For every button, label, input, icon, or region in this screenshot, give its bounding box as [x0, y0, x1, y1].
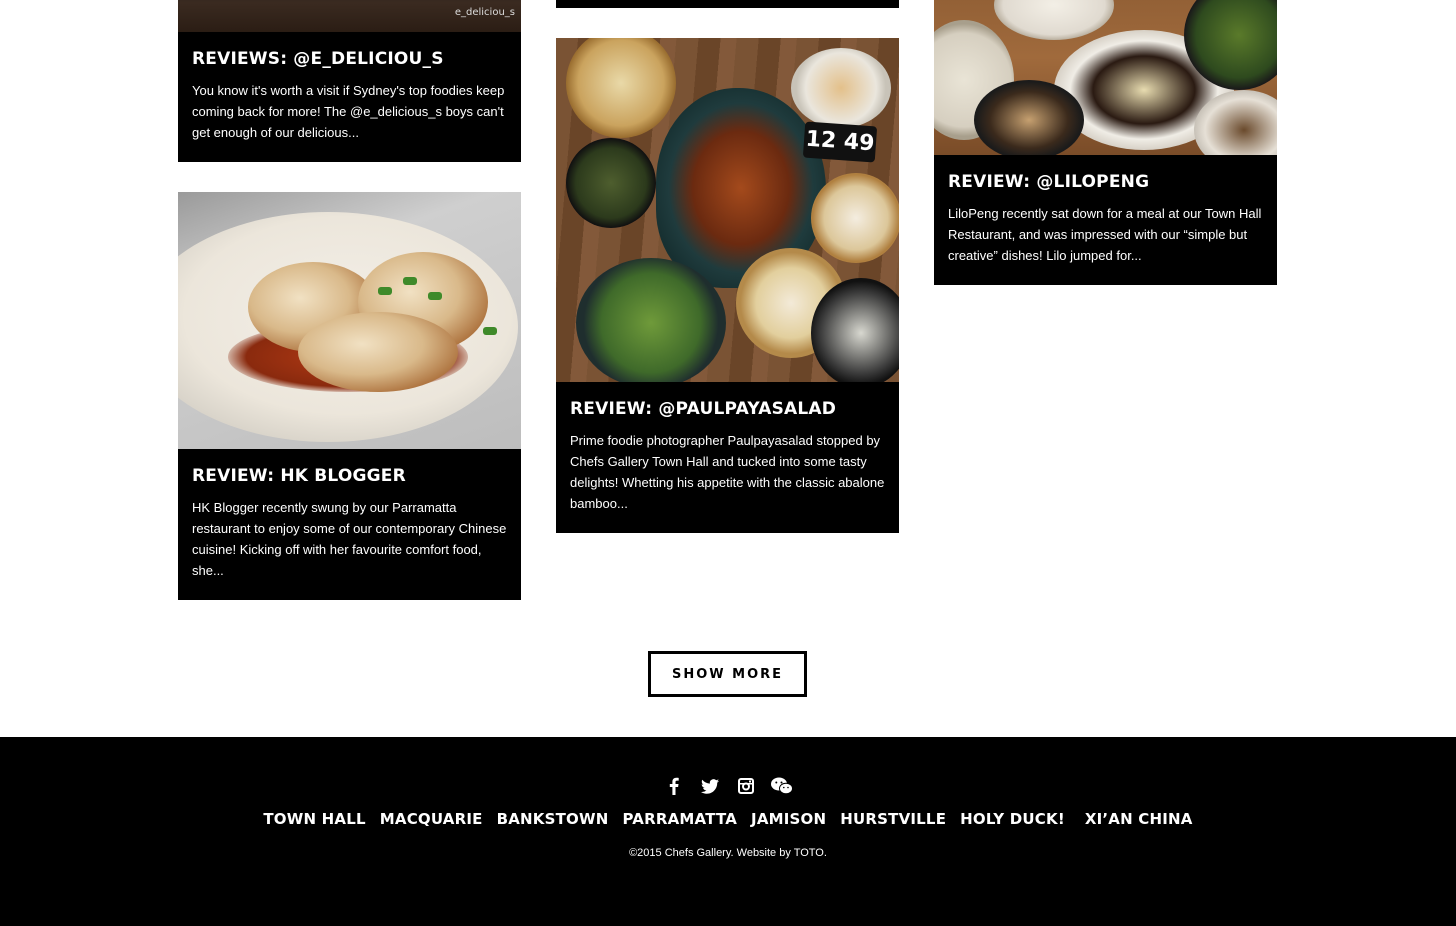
- review-excerpt: You know it's worth a visit if Sydney's …: [192, 83, 505, 140]
- review-excerpt: Prime foodie photographer Paulpayasalad …: [570, 433, 885, 511]
- location-link-holy-duck[interactable]: HOLY DUCK!: [960, 810, 1065, 828]
- image-watermark: e_deliciou_s: [454, 7, 515, 18]
- scallion-detail: [378, 287, 392, 295]
- card-bottom-edge: [556, 0, 899, 8]
- review-excerpt: LiloPeng recently sat down for a meal at…: [948, 206, 1262, 263]
- review-image[interactable]: [178, 192, 521, 449]
- plate-detail: [974, 80, 1084, 155]
- review-card-e-deliciou-s[interactable]: e_deliciou_s REVIEWS: @E_DELICIOU_S You …: [178, 0, 521, 162]
- review-title[interactable]: REVIEWS: @E_DELICIOU_S: [192, 32, 507, 70]
- plate-detail: [566, 138, 656, 228]
- location-link-parramatta[interactable]: PARRAMATTA: [622, 810, 737, 828]
- dim-sum-basket-detail: [811, 173, 899, 263]
- scallion-detail: [483, 327, 497, 335]
- review-title[interactable]: REVIEW: @LILOPENG: [948, 155, 1263, 193]
- twitter-icon[interactable]: [699, 775, 721, 797]
- copyright-text: ©2015 Chefs Gallery. Website by TOTO.: [629, 847, 827, 859]
- review-title[interactable]: REVIEW: @PAULPAYASALAD: [570, 382, 885, 420]
- dumpling-detail: [298, 312, 458, 392]
- facebook-icon[interactable]: [663, 775, 685, 797]
- location-nav: TOWN HALL MACQUARIE BANKSTOWN PARRAMATTA…: [0, 810, 1456, 828]
- table-number-sign: 12 49: [802, 121, 878, 163]
- plate-detail: [994, 0, 1114, 40]
- scallion-detail: [428, 292, 442, 300]
- social-links: [0, 775, 1456, 797]
- review-image[interactable]: e_deliciou_s: [178, 0, 521, 32]
- location-link-bankstown[interactable]: BANKSTOWN: [497, 810, 609, 828]
- review-card-paulpayasalad[interactable]: 12 49 REVIEW: @PAULPAYASALAD Prime foodi…: [556, 38, 899, 533]
- instagram-icon[interactable]: [735, 775, 757, 797]
- review-card-hk-blogger[interactable]: REVIEW: HK BLOGGER HK Blogger recently s…: [178, 192, 521, 600]
- review-image[interactable]: 12 49: [556, 38, 899, 382]
- show-more-button[interactable]: SHOW MORE: [648, 651, 807, 697]
- wechat-icon[interactable]: [771, 775, 793, 797]
- review-excerpt: HK Blogger recently swung by our Parrama…: [192, 500, 507, 578]
- site-footer: TOWN HALL MACQUARIE BANKSTOWN PARRAMATTA…: [0, 737, 1456, 926]
- review-title[interactable]: REVIEW: HK BLOGGER: [192, 449, 507, 487]
- location-link-xian-china[interactable]: XI’AN CHINA: [1085, 810, 1193, 828]
- review-card-lilopeng[interactable]: REVIEW: @LILOPENG LiloPeng recently sat …: [934, 0, 1277, 285]
- scallion-detail: [403, 277, 417, 285]
- location-link-macquarie[interactable]: MACQUARIE: [380, 810, 483, 828]
- plate-detail: [576, 258, 726, 382]
- bowl-detail: [791, 48, 891, 128]
- location-link-hurstville[interactable]: HURSTVILLE: [840, 810, 946, 828]
- review-image[interactable]: [934, 0, 1277, 155]
- location-link-town-hall[interactable]: TOWN HALL: [263, 810, 365, 828]
- location-link-jamison[interactable]: JAMISON: [751, 810, 826, 828]
